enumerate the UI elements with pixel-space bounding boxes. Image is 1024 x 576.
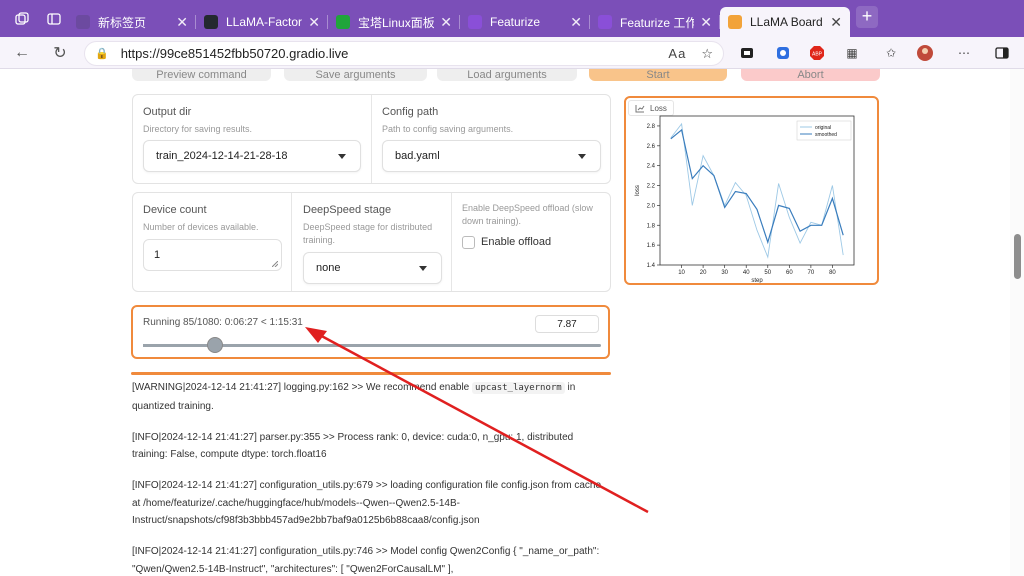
- sidebar-toggle-icon[interactable]: [992, 43, 1012, 63]
- address-bar-row: ← ↻ 🔒 https://99ce851452fbb50720.gradio.…: [0, 37, 1024, 69]
- adblock-icon[interactable]: ABP: [807, 43, 827, 63]
- refresh-icon[interactable]: ↻: [46, 39, 74, 67]
- more-menu-icon[interactable]: ⋯: [954, 43, 974, 63]
- featurize-icon: [598, 15, 612, 29]
- svg-text:ABP: ABP: [812, 52, 823, 58]
- tab-label: Featurize 工作区: [620, 15, 695, 30]
- favorites-icon[interactable]: ✩: [881, 43, 901, 63]
- lock-icon[interactable]: 🔒: [95, 47, 109, 60]
- browser-tab-6[interactable]: LLaMA Board (feat ✕: [720, 7, 850, 37]
- github-icon: [204, 15, 218, 29]
- scrollbar-thumb[interactable]: [1014, 234, 1021, 279]
- gradio-icon: [728, 15, 742, 29]
- browser-tab-5[interactable]: Featurize 工作区 ✕: [590, 7, 720, 37]
- close-tab-icon[interactable]: ✕: [440, 14, 452, 31]
- url-text[interactable]: https://99ce851452fbb50720.gradio.live: [121, 46, 349, 61]
- page-content: Preview command Save arguments Load argu…: [0, 69, 1024, 576]
- back-icon[interactable]: ←: [8, 39, 36, 67]
- close-tab-icon[interactable]: ✕: [570, 14, 582, 31]
- annotation-arrow: [305, 327, 649, 514]
- tab-label: LLaMA-Factory/dat: [226, 15, 303, 29]
- close-tab-icon[interactable]: ✕: [176, 14, 188, 31]
- browser-tab-2[interactable]: LLaMA-Factory/dat ✕: [196, 7, 328, 37]
- address-bar[interactable]: 🔒 https://99ce851452fbb50720.gradio.live…: [84, 41, 724, 66]
- newtab-icon: [76, 15, 90, 29]
- shield-icon: [336, 15, 350, 29]
- tab-label: 新标签页: [98, 15, 147, 30]
- browser-tab-1[interactable]: 新标签页 ✕: [68, 7, 196, 37]
- browser-tab-3[interactable]: 宝塔Linux面板 ✕: [328, 7, 460, 37]
- tab-label: 宝塔Linux面板: [358, 15, 435, 30]
- browser-tab-4[interactable]: Featurize ✕: [460, 7, 590, 37]
- profile-avatar[interactable]: [915, 43, 935, 63]
- read-aloud-icon[interactable]: A a: [668, 46, 685, 62]
- featurize-icon: [468, 15, 482, 29]
- extension-icon[interactable]: [737, 43, 757, 63]
- favorite-star-icon[interactable]: ☆: [701, 46, 713, 62]
- extensions-puzzle-icon[interactable]: ▦: [842, 43, 862, 63]
- browser-tab-bar: 新标签页✕LLaMA-Factory/dat✕宝塔Linux面板✕Featuri…: [0, 0, 1024, 37]
- tab-actions-icon[interactable]: [44, 9, 64, 29]
- page-scrollbar[interactable]: [1010, 69, 1024, 576]
- close-tab-icon[interactable]: ✕: [308, 14, 320, 31]
- new-tab-button[interactable]: +: [856, 5, 878, 28]
- tab-label: LLaMA Board (feat: [750, 15, 824, 29]
- close-tab-icon[interactable]: ✕: [700, 14, 712, 31]
- workspaces-icon[interactable]: [12, 9, 32, 29]
- tab-label: Featurize: [490, 15, 541, 29]
- extension-blue-icon[interactable]: [773, 43, 793, 63]
- close-tab-icon[interactable]: ✕: [830, 14, 842, 31]
